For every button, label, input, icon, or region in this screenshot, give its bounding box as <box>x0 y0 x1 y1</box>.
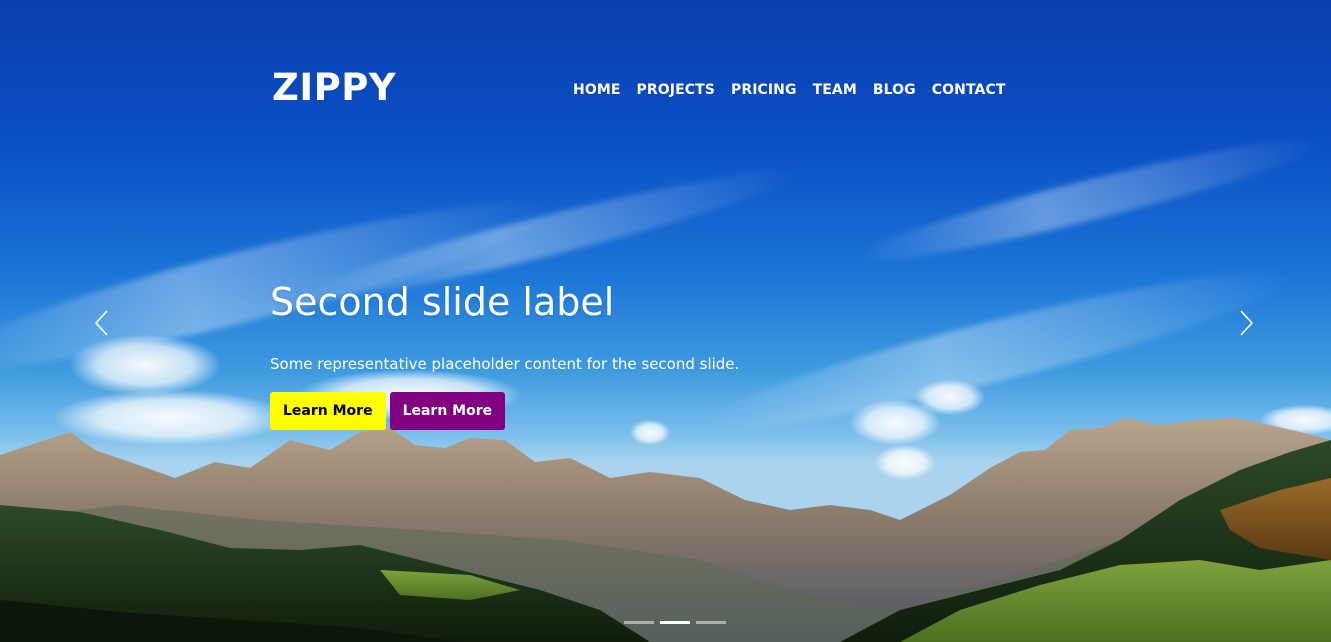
carousel-indicator-1[interactable] <box>624 621 654 624</box>
slide-buttons: Learn More Learn More <box>270 392 739 430</box>
slide-title: Second slide label <box>270 280 615 324</box>
learn-more-button-yellow[interactable]: Learn More <box>270 392 386 430</box>
nav-link-home[interactable]: HOME <box>573 82 621 98</box>
nav-item-team: TEAM <box>813 79 857 98</box>
nav-link-contact[interactable]: CONTACT <box>932 82 1006 98</box>
nav-item-contact: CONTACT <box>932 79 1006 98</box>
carousel-indicator-2[interactable] <box>660 621 690 624</box>
nav-item-blog: BLOG <box>873 79 916 98</box>
carousel-indicator-3[interactable] <box>696 621 726 624</box>
brand-logo[interactable]: ZIPPY <box>272 66 396 109</box>
slide-text: Some representative placeholder content … <box>270 355 740 373</box>
nav-link-blog[interactable]: BLOG <box>873 82 916 98</box>
carousel-prev-button[interactable] <box>88 308 118 338</box>
chevron-right-icon <box>1240 310 1254 336</box>
nav-item-pricing: PRICING <box>731 79 797 98</box>
carousel-indicators <box>624 621 726 624</box>
nav-item-projects: PROJECTS <box>637 79 715 98</box>
chevron-left-icon <box>94 310 108 336</box>
nav-item-home: HOME <box>573 79 621 98</box>
nav-link-projects[interactable]: PROJECTS <box>637 82 715 98</box>
main-nav: HOME PROJECTS PRICING TEAM BLOG CONTACT <box>573 79 1006 98</box>
slide-caption: Second slide label Some representative p… <box>270 278 739 430</box>
learn-more-button-purple[interactable]: Learn More <box>389 392 506 430</box>
nav-link-pricing[interactable]: PRICING <box>731 82 797 98</box>
hero-carousel: ZIPPY HOME PROJECTS PRICING TEAM BLOG CO… <box>0 0 1331 642</box>
nav-link-team[interactable]: TEAM <box>813 82 857 98</box>
carousel-next-button[interactable] <box>1232 308 1262 338</box>
